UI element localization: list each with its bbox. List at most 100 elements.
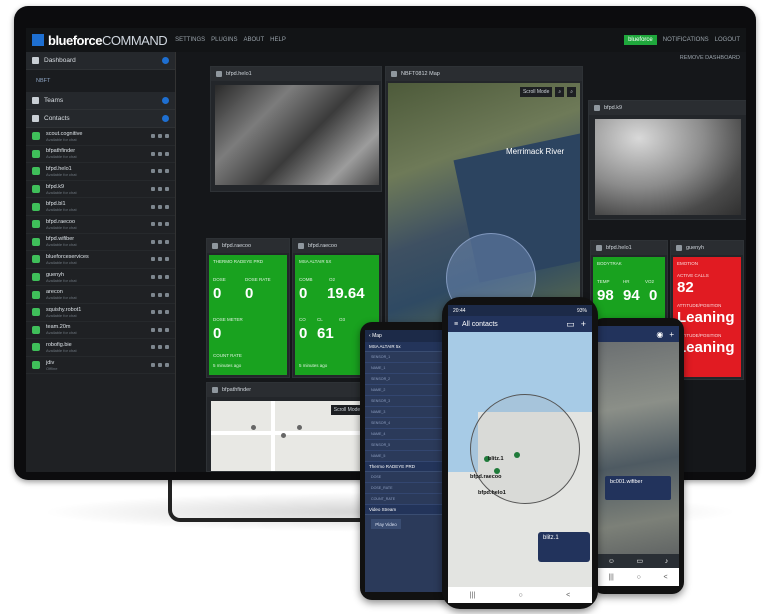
map-pin[interactable] xyxy=(251,425,256,430)
video-icon[interactable] xyxy=(165,151,169,156)
contact-item[interactable]: bfpd.helo1 Available for chat xyxy=(26,163,175,181)
video-icon[interactable] xyxy=(165,363,169,368)
call-icon[interactable] xyxy=(158,187,162,192)
chat-icon[interactable] xyxy=(151,204,155,209)
call-icon[interactable] xyxy=(158,327,162,332)
video-icon[interactable] xyxy=(165,239,169,244)
chat-icon[interactable] xyxy=(151,239,155,244)
map-pin[interactable] xyxy=(297,425,302,430)
contact-item[interactable]: bfpd.wifiber Available for chat xyxy=(26,234,175,252)
nav-logout[interactable]: LOGOUT xyxy=(715,37,740,43)
section-thermo[interactable]: Thermo RADEYE PRD xyxy=(365,462,451,472)
video-icon[interactable] xyxy=(165,345,169,350)
street-map[interactable]: Scroll Mode ⌕ xyxy=(211,401,379,471)
back-button[interactable]: < xyxy=(566,592,570,599)
video-icon[interactable] xyxy=(165,187,169,192)
menu-icon[interactable]: ≡ xyxy=(454,321,462,328)
call-icon[interactable] xyxy=(158,257,162,262)
call-icon[interactable] xyxy=(158,222,162,227)
contact-item[interactable]: squishy.robot1 Available for chat xyxy=(26,304,175,322)
chat-icon[interactable] xyxy=(151,363,155,368)
contact-item[interactable]: guenyh Available for chat xyxy=(26,269,175,287)
person-icon[interactable]: ☺ xyxy=(608,558,615,565)
call-icon[interactable] xyxy=(158,275,162,280)
contact-item[interactable]: bfpathfinder Available for chat xyxy=(26,146,175,164)
section-video[interactable]: Video Stream xyxy=(365,505,451,515)
brand-logo[interactable]: blueforceCOMMAND xyxy=(48,33,168,48)
back-button[interactable]: < xyxy=(664,574,668,581)
nav-notifications[interactable]: NOTIFICATIONS xyxy=(663,37,709,43)
call-icon[interactable] xyxy=(158,310,162,315)
chat-icon[interactable] xyxy=(151,292,155,297)
call-icon[interactable] xyxy=(158,239,162,244)
contact-item[interactable]: bfpd.raecoo Available for chat xyxy=(26,216,175,234)
call-icon[interactable] xyxy=(158,363,162,368)
call-icon[interactable] xyxy=(158,292,162,297)
call-icon[interactable] xyxy=(158,151,162,156)
section-msa[interactable]: MSA ALTAIR 5x xyxy=(365,342,451,352)
video-feed-thermal[interactable] xyxy=(215,85,379,185)
video-icon[interactable] xyxy=(165,134,169,139)
call-icon[interactable] xyxy=(158,345,162,350)
play-video-button[interactable]: Play Video xyxy=(371,519,401,529)
target-icon[interactable]: ◉ xyxy=(656,330,663,339)
contact-item[interactable]: robofig.bie Available for chat xyxy=(26,339,175,357)
sidebar-item-dashboard[interactable]: Dashboard xyxy=(26,52,175,70)
video-icon[interactable] xyxy=(165,292,169,297)
chat-icon[interactable] xyxy=(151,345,155,350)
contact-item[interactable]: bfpd.bl1 Available for chat xyxy=(26,198,175,216)
video-icon[interactable]: ▭ xyxy=(637,557,644,565)
chat-icon[interactable] xyxy=(151,134,155,139)
chat-icon[interactable] xyxy=(151,169,155,174)
chat-icon[interactable] xyxy=(151,275,155,280)
sidebar-item-contacts[interactable]: Contacts xyxy=(26,110,175,128)
video-icon[interactable] xyxy=(165,327,169,332)
add-icon[interactable]: + xyxy=(669,330,674,339)
contact-item[interactable]: jdiv Offline xyxy=(26,357,175,375)
contact-item[interactable]: bfpd.k9 Available for chat xyxy=(26,181,175,199)
nav-help[interactable]: HELP xyxy=(270,37,286,43)
call-icon[interactable] xyxy=(158,134,162,139)
scroll-mode-button[interactable]: Scroll Mode xyxy=(330,405,364,415)
chat-icon[interactable] xyxy=(151,327,155,332)
call-icon[interactable] xyxy=(158,204,162,209)
contact-item[interactable]: scout.cognitive Available for chat xyxy=(26,128,175,146)
map-pin[interactable] xyxy=(281,433,286,438)
contact-item[interactable]: arecon Available for chat xyxy=(26,286,175,304)
video-icon[interactable] xyxy=(165,204,169,209)
contact-popup[interactable]: bc001.wifiber xyxy=(605,476,671,500)
video-icon[interactable] xyxy=(165,275,169,280)
nav-settings[interactable]: SETTINGS xyxy=(175,37,205,43)
sidebar-subitem-nbft[interactable]: NBFT xyxy=(26,70,175,92)
home-button[interactable]: ○ xyxy=(519,592,523,599)
chat-icon[interactable] xyxy=(151,187,155,192)
recents-button[interactable]: ||| xyxy=(608,574,613,581)
user-badge[interactable]: blueforce xyxy=(624,35,657,45)
tile-thermo-radeye[interactable]: THERMO RADEYE PRD DOSE DOSE RATE 0 0 DOS… xyxy=(209,255,287,375)
chat-icon[interactable] xyxy=(151,310,155,315)
video-feed-camera[interactable] xyxy=(595,119,741,215)
call-icon[interactable] xyxy=(158,169,162,174)
nav-about[interactable]: ABOUT xyxy=(243,37,264,43)
video-icon[interactable] xyxy=(165,222,169,227)
video-icon[interactable] xyxy=(165,169,169,174)
video-icon[interactable] xyxy=(165,257,169,262)
zoom-icon[interactable]: ⌕ xyxy=(567,87,576,97)
nav-plugins[interactable]: PLUGINS xyxy=(211,37,237,43)
scroll-mode-button[interactable]: Scroll Mode xyxy=(519,87,553,97)
contact-popup[interactable]: blitz.1 xyxy=(538,532,590,562)
sidebar-item-teams[interactable]: Teams xyxy=(26,92,175,110)
mic-icon[interactable]: ♪ xyxy=(665,558,669,565)
satellite-map-mobile[interactable] xyxy=(597,342,679,562)
street-map-mobile[interactable]: blitz.1 bfpd.raecoo bfpd.helo1 blitz.1 xyxy=(448,332,592,587)
chat-icon[interactable] xyxy=(151,257,155,262)
contact-marker[interactable] xyxy=(514,452,520,458)
search-icon[interactable]: ⌕ xyxy=(555,87,565,97)
chat-icon[interactable] xyxy=(151,222,155,227)
add-icon[interactable]: + xyxy=(581,319,586,330)
contact-item[interactable]: team.20m Available for chat xyxy=(26,322,175,340)
chat-icon[interactable] xyxy=(151,151,155,156)
contact-item[interactable]: blueforceservices Available for chat xyxy=(26,251,175,269)
recents-button[interactable]: ||| xyxy=(470,592,475,599)
chat-icon[interactable]: ▭ xyxy=(566,319,575,330)
